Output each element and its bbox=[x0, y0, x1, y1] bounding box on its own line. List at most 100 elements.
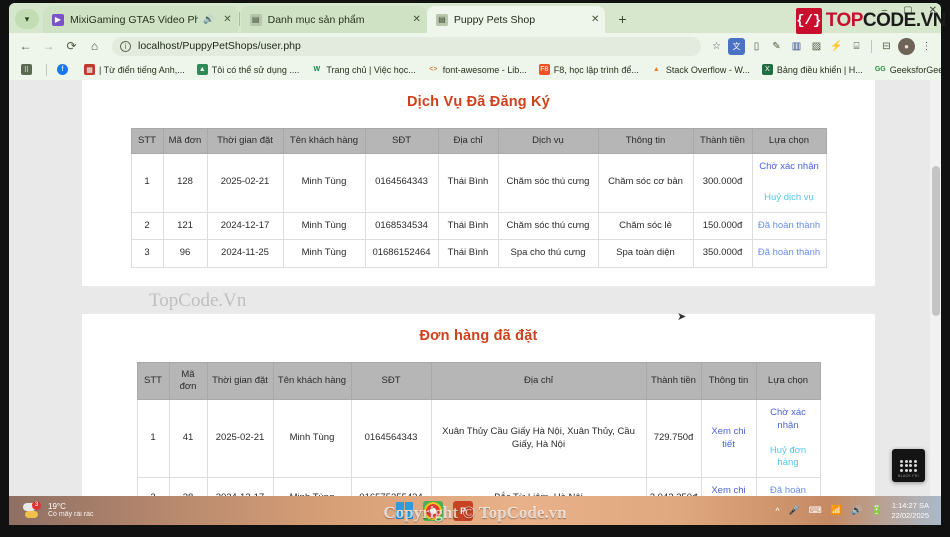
image-icon[interactable]: ▨ bbox=[808, 38, 825, 55]
cell-thong-tin: Spa toàn diện bbox=[597, 239, 694, 269]
book-icon[interactable]: ▥ bbox=[788, 38, 805, 55]
chrome-icon[interactable] bbox=[423, 500, 444, 521]
cell-stt: 3 bbox=[130, 239, 164, 269]
document-icon: ▤ bbox=[249, 13, 262, 26]
bookmark-item-7[interactable]: ▲ Stack Overflow - W... bbox=[645, 61, 756, 78]
windows-logo-icon[interactable] bbox=[395, 501, 414, 520]
col-thong-tin: Thông tin bbox=[700, 362, 757, 400]
bookmark-item-4[interactable]: W Trang chủ | Việc học... bbox=[305, 61, 421, 78]
tab-close-icon[interactable]: ✕ bbox=[591, 14, 599, 25]
tab-search-icon[interactable]: ⊟ bbox=[878, 38, 895, 55]
tab-title: Danh mục sản phẩm bbox=[267, 13, 365, 26]
cell-ten-kh: Minh Tùng bbox=[282, 239, 366, 269]
bookmark-item-8[interactable]: X Bảng điều khiển | H... bbox=[756, 61, 869, 78]
caniuse-icon: ▲ bbox=[196, 64, 208, 75]
tab-title: Puppy Pets Shop bbox=[453, 13, 536, 26]
screen: ▾ ▶ MixiGaming GTA5 Video Ph 🔊 ✕ ▤ Danh … bbox=[0, 0, 950, 537]
wifi-icon[interactable]: 📶 bbox=[831, 505, 842, 516]
cell-lua-chon: Chờ xác nhận Huỷ dịch vụ bbox=[751, 152, 827, 213]
back-icon[interactable]: ← bbox=[15, 36, 36, 57]
document-icon: ▤ bbox=[435, 13, 448, 26]
address-bar[interactable]: i localhost/PuppyPetShops/user.php bbox=[112, 36, 701, 56]
bookmark-item-6[interactable]: F8 F8, học lập trình để... bbox=[533, 61, 645, 78]
excel-icon: X bbox=[761, 64, 773, 75]
taskbar-tray: ^ 🎤 ⌨ 📶 🔊 🔋 1:14:27 SA 22/02/2025 bbox=[775, 501, 929, 520]
reload-icon[interactable]: ⟳ bbox=[61, 36, 82, 57]
cancel-service-link[interactable]: Huỷ dịch vụ bbox=[756, 192, 823, 205]
translate-icon[interactable]: 文 bbox=[728, 37, 745, 55]
status-da-hoan-thanh-link[interactable]: Đã hoàn thành bbox=[760, 485, 817, 496]
bolt-icon[interactable]: ⚡ bbox=[828, 38, 845, 55]
chat-widget-button[interactable]: BLACK FRI bbox=[892, 449, 925, 482]
cell-thanh-tien: 729.750đ bbox=[645, 398, 702, 479]
status-cho-xac-nhan-link[interactable]: Chờ xác nhận bbox=[760, 407, 817, 433]
cell-thong-tin: Xem chi tiết bbox=[700, 398, 757, 479]
reading-list-icon[interactable]: ▯ bbox=[748, 38, 765, 55]
col-ma-don: Mã đơn bbox=[168, 362, 208, 400]
cancel-order-link[interactable]: Huỷ đơn hàng bbox=[760, 445, 817, 471]
profile-avatar[interactable]: ● bbox=[898, 37, 915, 55]
col-ten-kh: Tên khách hàng bbox=[282, 128, 366, 154]
bookmark-item-2[interactable]: ▦ | Từ điển tiếng Anh,... bbox=[78, 61, 191, 78]
new-tab-button[interactable]: + bbox=[611, 8, 633, 30]
bookmarks-bar: ⠿ f ▦ | Từ điển tiếng Anh,... ▲ Tôi có t… bbox=[9, 59, 941, 80]
dictionary-icon: ▦ bbox=[84, 64, 95, 75]
pen-icon[interactable]: ✎ bbox=[768, 38, 785, 55]
microphone-icon[interactable]: 🎤 bbox=[789, 505, 800, 516]
cell-thoi-gian: 2024-11-25 bbox=[206, 239, 284, 269]
weather-text: 19°C Có mây rải rác bbox=[48, 502, 94, 519]
bookmark-label: Trang chủ | Việc học... bbox=[326, 64, 416, 75]
cell-lua-chon: Chờ xác nhận Huỷ đơn hàng bbox=[755, 398, 821, 479]
bookmark-item-1[interactable]: f bbox=[51, 61, 78, 78]
cell-ma-don: 121 bbox=[162, 211, 208, 241]
browser-tab-2[interactable]: ▤ Puppy Pets Shop ✕ bbox=[426, 6, 606, 33]
status-da-hoan-thanh-link[interactable]: Đã hoàn thành bbox=[756, 247, 823, 260]
col-ten-kh: Tên khách hàng bbox=[272, 362, 352, 400]
info-circle-icon[interactable]: i bbox=[120, 40, 131, 52]
menu-dots-icon[interactable]: ⋮ bbox=[918, 38, 935, 55]
cell-dia-chi: Thái Bình bbox=[437, 211, 499, 241]
powerpoint-icon[interactable]: P bbox=[453, 500, 474, 521]
topcode-mark-icon: {/} bbox=[795, 8, 822, 34]
bookmark-item-9[interactable]: GG GeeksforGeeks bbox=[869, 61, 941, 78]
tab-close-icon[interactable]: ✕ bbox=[223, 14, 231, 25]
forward-icon[interactable]: → bbox=[38, 36, 59, 57]
taskbar-weather-widget[interactable]: 3 19°C Có mây rải rác bbox=[23, 500, 94, 520]
browser-tab-0[interactable]: ▶ MixiGaming GTA5 Video Ph 🔊 ✕ bbox=[43, 6, 238, 33]
view-detail-link[interactable]: Xem chi tiết bbox=[705, 426, 753, 452]
cell-ma-don: 96 bbox=[162, 239, 208, 269]
browser-tab-1[interactable]: ▤ Danh mục sản phẩm ✕ bbox=[240, 6, 427, 33]
tab-search-dropdown-icon[interactable]: ▾ bbox=[15, 9, 39, 29]
bookmark-label: F8, học lập trình để... bbox=[553, 64, 639, 75]
taskbar-clock[interactable]: 1:14:27 SA 22/02/2025 bbox=[891, 501, 929, 520]
chevron-up-icon[interactable]: ^ bbox=[775, 506, 779, 516]
cell-lua-chon: Đã hoàn thành bbox=[755, 477, 821, 496]
page-scrollbar-thumb[interactable] bbox=[932, 166, 940, 316]
page-scrollbar-track[interactable] bbox=[930, 80, 941, 496]
w3schools-icon: W bbox=[313, 66, 321, 73]
col-dia-chi: Địa chỉ bbox=[437, 128, 499, 154]
volume-icon[interactable]: 🔊 bbox=[851, 505, 862, 516]
battery-icon[interactable]: 🔋 bbox=[871, 505, 882, 516]
cell-thong-tin: Xem chi tiết bbox=[700, 477, 757, 496]
bookmark-item-5[interactable]: <> font-awesome - Lib... bbox=[422, 61, 533, 78]
tab-close-icon[interactable]: ✕ bbox=[413, 14, 421, 25]
weather-description: Có mây rải rác bbox=[48, 511, 94, 519]
cell-sdt: 0164564343 bbox=[364, 152, 439, 213]
windows-taskbar: 3 19°C Có mây rải rác P ^ 🎤 ⌨ 📶 🔊 🔋 1:14… bbox=[9, 496, 941, 525]
star-icon[interactable]: ☆ bbox=[708, 38, 725, 55]
cell-thoi-gian: 2025-02-21 bbox=[206, 152, 284, 213]
bookmark-label: Bảng điều khiển | H... bbox=[776, 64, 863, 75]
bookmark-item-3[interactable]: ▲ Tôi có thể sử dụng .... bbox=[191, 61, 306, 78]
status-cho-xac-nhan-link[interactable]: Chờ xác nhận bbox=[756, 161, 823, 174]
home-icon[interactable]: ⌂ bbox=[84, 36, 105, 57]
extensions-icon[interactable]: ⌸ bbox=[848, 38, 865, 55]
status-da-hoan-thanh-link[interactable]: Đã hoàn thành bbox=[756, 220, 823, 233]
bookmark-apps-grid[interactable]: ⠿ bbox=[15, 61, 42, 78]
keyboard-icon[interactable]: ⌨ bbox=[809, 505, 822, 516]
bookmark-label: Stack Overflow - W... bbox=[665, 64, 750, 75]
cell-sdt: 01686152464 bbox=[364, 239, 439, 269]
tab-audio-icon[interactable]: 🔊 bbox=[203, 14, 214, 25]
view-detail-link[interactable]: Xem chi tiết bbox=[705, 485, 753, 496]
table-row: 2 121 2024-12-17 Minh Tùng 0168534534 Th… bbox=[130, 211, 827, 241]
